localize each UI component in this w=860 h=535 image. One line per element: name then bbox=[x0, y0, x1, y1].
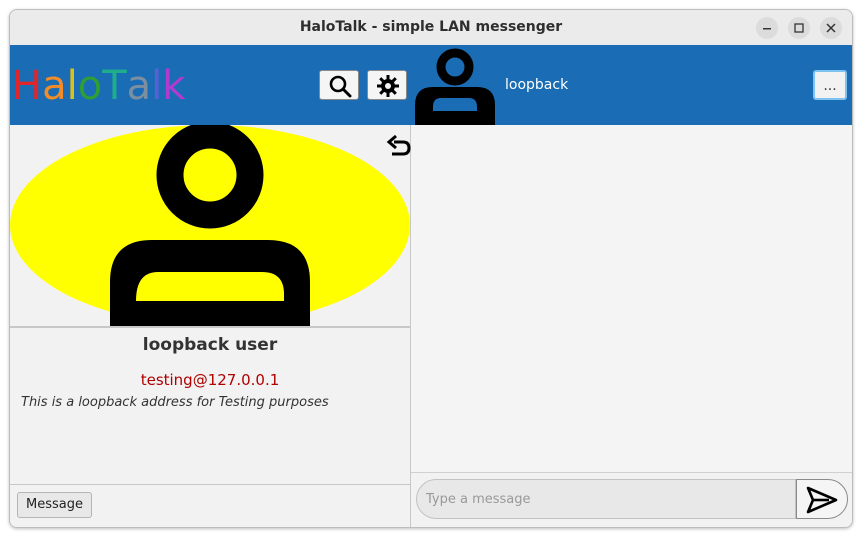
profile-picture bbox=[10, 125, 410, 326]
window-title: HaloTalk - simple LAN messenger bbox=[299, 19, 563, 35]
maximize-icon bbox=[794, 23, 804, 33]
logo-letter: a bbox=[126, 63, 152, 109]
app-header: HaloTalk loopback ... bbox=[10, 45, 852, 125]
app-window: HaloTalk - simple LAN messenger HaloTalk bbox=[9, 9, 853, 528]
logo-letter: H bbox=[12, 63, 43, 109]
profile-actions: Message bbox=[10, 484, 410, 527]
minimize-icon bbox=[763, 28, 771, 30]
profile-name: loopback user bbox=[142, 335, 278, 355]
logo-letter: k bbox=[162, 63, 186, 109]
chat-messages[interactable] bbox=[411, 125, 852, 472]
logo-letter: l bbox=[66, 63, 78, 109]
close-button[interactable] bbox=[820, 17, 842, 39]
message-button[interactable]: Message bbox=[17, 492, 92, 518]
title-bar: HaloTalk - simple LAN messenger bbox=[10, 10, 852, 46]
contact-avatar[interactable] bbox=[415, 45, 495, 125]
message-input[interactable] bbox=[416, 479, 796, 519]
send-button[interactable] bbox=[796, 479, 848, 519]
logo-letter: a bbox=[42, 63, 67, 109]
user-icon bbox=[415, 48, 495, 125]
user-icon bbox=[10, 125, 410, 326]
undo-icon bbox=[386, 134, 411, 156]
search-button[interactable] bbox=[319, 70, 359, 100]
send-icon bbox=[806, 486, 838, 514]
logo-letter: o bbox=[77, 63, 103, 109]
maximize-button[interactable] bbox=[788, 17, 810, 39]
profile-description: This is a loopback address for Testing p… bbox=[21, 395, 329, 410]
settings-button[interactable] bbox=[367, 70, 407, 100]
back-button[interactable] bbox=[386, 134, 412, 164]
app-logo: HaloTalk bbox=[12, 63, 185, 109]
profile-panel: loopback user testing@127.0.0.1 This is … bbox=[10, 125, 411, 527]
contact-name: loopback bbox=[505, 77, 569, 93]
divider bbox=[10, 326, 410, 328]
profile-address: testing@127.0.0.1 bbox=[140, 371, 280, 389]
minimize-button[interactable] bbox=[756, 17, 778, 39]
search-icon bbox=[329, 75, 352, 98]
logo-letter: T bbox=[102, 63, 127, 109]
logo-letter: l bbox=[151, 63, 163, 109]
composer bbox=[411, 472, 852, 527]
more-options-button[interactable]: ... bbox=[813, 70, 847, 100]
close-icon bbox=[826, 23, 836, 33]
gear-icon bbox=[377, 75, 399, 97]
